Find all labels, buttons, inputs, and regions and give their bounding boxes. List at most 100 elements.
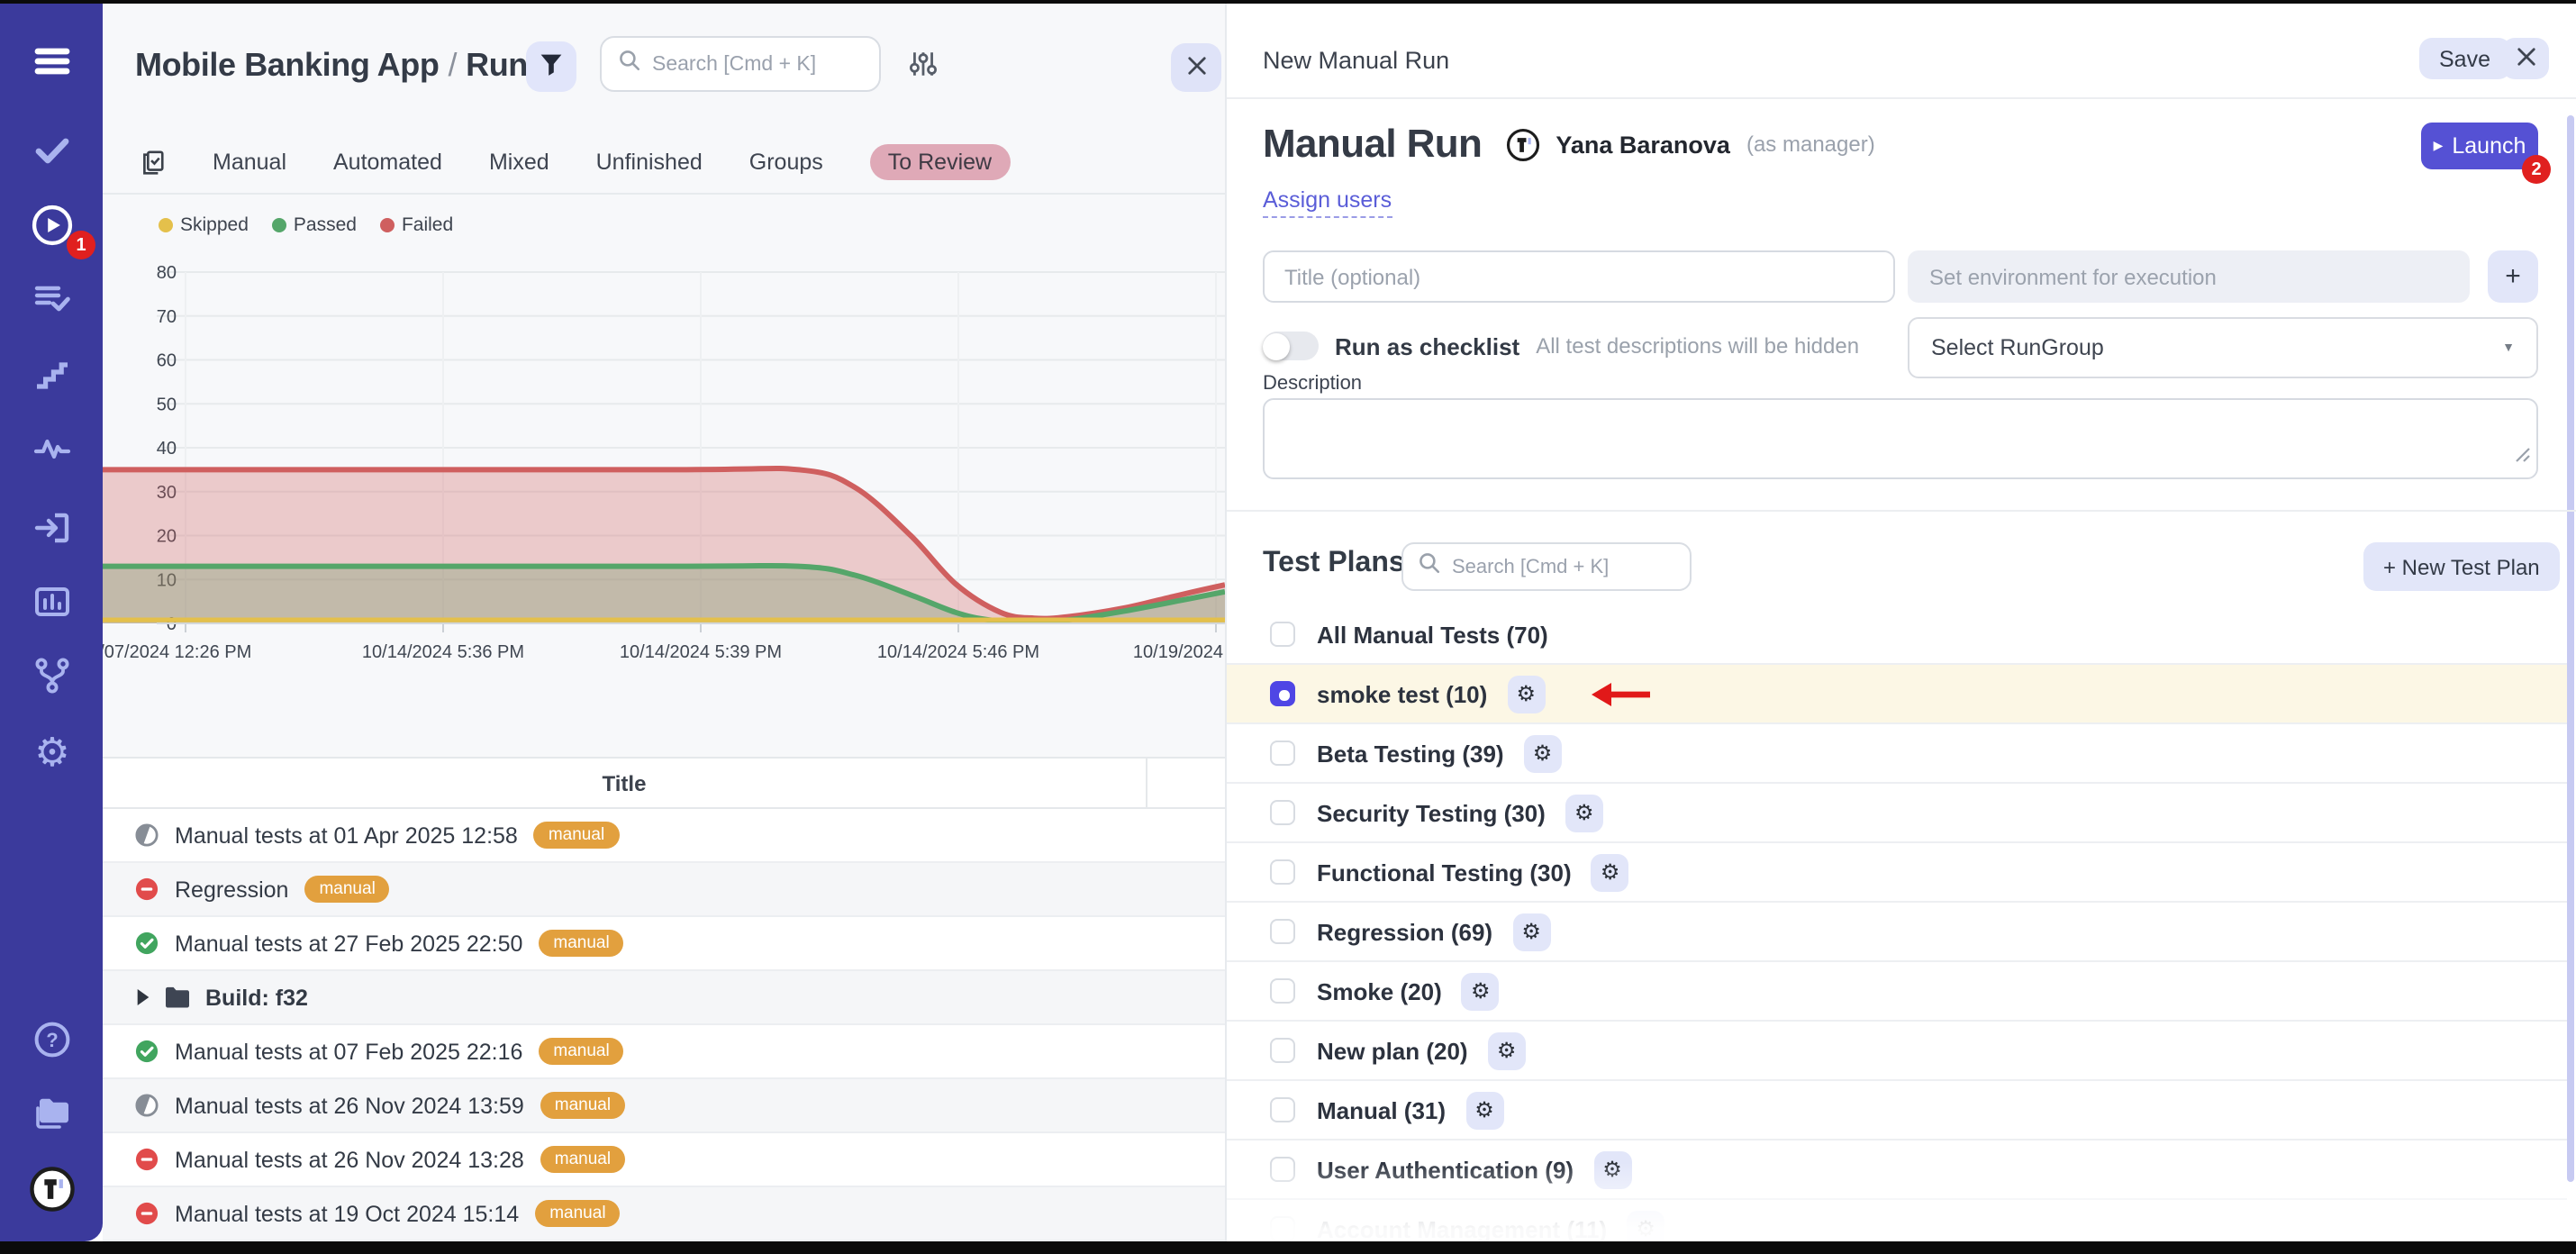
sidebar-help-icon[interactable]: ? (29, 1016, 76, 1063)
new-test-plan-button[interactable]: + New Test Plan (2363, 542, 2560, 591)
test-plan-checkbox[interactable] (1270, 1097, 1295, 1122)
test-plan-settings-button[interactable]: ⚙ (1524, 734, 1562, 772)
test-plan-settings-button[interactable]: ⚙ (1488, 1031, 1526, 1069)
run-row[interactable]: Regressionmanual (103, 863, 1225, 917)
test-plan-settings-button[interactable]: ⚙ (1565, 794, 1603, 831)
run-title-input[interactable] (1263, 250, 1895, 303)
save-button[interactable]: Save (2419, 38, 2510, 79)
test-plan-checkbox[interactable] (1270, 1157, 1295, 1182)
runs-search[interactable] (600, 36, 881, 92)
resize-handle-icon[interactable] (2515, 440, 2531, 472)
sidebar-list-check-icon[interactable] (29, 276, 76, 323)
test-plan-row[interactable]: All Manual Tests (70) (1227, 605, 2567, 665)
add-environment-button[interactable]: + (2488, 250, 2538, 303)
test-plan-checkbox[interactable] (1270, 919, 1295, 944)
tab-unfinished[interactable]: Unfinished (596, 150, 703, 175)
legend-item-passed[interactable]: Passed (272, 214, 357, 236)
run-row[interactable]: Manual tests at 01 Apr 2025 12:58manual (103, 809, 1225, 863)
legend-item-skipped[interactable]: Skipped (159, 214, 249, 236)
test-plan-settings-button[interactable]: ⚙ (1512, 913, 1550, 950)
tab-groups[interactable]: Groups (749, 150, 823, 175)
test-plan-settings-button[interactable]: ⚙ (1462, 972, 1500, 1010)
test-plan-settings-button[interactable]: ⚙ (1627, 1210, 1664, 1241)
test-plan-settings-button[interactable]: ⚙ (1592, 853, 1629, 891)
test-plan-settings-button[interactable]: ⚙ (1593, 1150, 1631, 1188)
runs-search-input[interactable] (652, 53, 863, 75)
test-plan-label: Security Testing (30) (1317, 799, 1546, 826)
environment-input[interactable] (1908, 250, 2470, 303)
assign-users-link[interactable]: Assign users (1263, 187, 1392, 218)
run-row[interactable]: Manual tests at 27 Feb 2025 22:50manual (103, 917, 1225, 971)
status-failed-icon (135, 877, 159, 901)
tab-mixed[interactable]: Mixed (489, 150, 549, 175)
test-plan-settings-button[interactable]: ⚙ (1507, 675, 1545, 713)
test-plan-checkbox[interactable] (1270, 859, 1295, 885)
sidebar-steps-icon[interactable] (29, 351, 76, 398)
rungroup-select[interactable]: Select RunGroup ▼ (1908, 317, 2538, 378)
sidebar-bar-chart-icon[interactable] (29, 578, 76, 625)
description-textarea[interactable] (1263, 398, 2538, 479)
tab-manual[interactable]: Manual (213, 150, 286, 175)
page-title: Manual Run (1263, 121, 1482, 168)
tab-to-review[interactable]: To Review (870, 144, 1010, 180)
test-plan-row[interactable]: Security Testing (30) ⚙ (1227, 784, 2567, 843)
test-plan-settings-button[interactable]: ⚙ (1465, 1091, 1503, 1129)
funnel-icon (539, 51, 564, 82)
scrollbar[interactable] (2567, 115, 2574, 1182)
test-plan-checkbox[interactable] (1270, 622, 1295, 647)
test-plan-row[interactable]: Account Management (11)⚙ (1227, 1200, 2567, 1241)
test-plan-row[interactable]: Regression (69) ⚙ (1227, 903, 2567, 962)
test-plan-row[interactable]: Smoke (20)⚙ (1227, 962, 2567, 1022)
column-header-title[interactable]: Title (103, 759, 1146, 811)
status-passed-icon (135, 1040, 159, 1063)
sidebar-sign-in-icon[interactable] (29, 504, 76, 551)
test-plans-search-input[interactable] (1452, 556, 1675, 577)
test-plan-row[interactable]: Functional Testing (30)⚙ (1227, 843, 2567, 903)
avatar[interactable] (1505, 127, 1539, 161)
test-plan-row[interactable]: smoke test (10)⚙ (1227, 665, 2567, 724)
test-plan-row[interactable]: New plan (20)⚙ (1227, 1022, 2567, 1081)
runs-tabs: Manual Automated Mixed Unfinished Groups To R… (139, 142, 1010, 182)
sidebar-pulse-icon[interactable] (29, 425, 76, 472)
tab-automated[interactable]: Automated (333, 150, 442, 175)
test-plan-checkbox[interactable] (1270, 1216, 1295, 1241)
breadcrumb-project[interactable]: Mobile Banking App (135, 47, 439, 83)
expand-arrow-icon[interactable] (135, 987, 151, 1007)
sidebar-gear-icon[interactable]: ⚙ (29, 730, 76, 777)
svg-text:50: 50 (157, 395, 177, 414)
toggle-knob (1263, 332, 1290, 359)
test-plan-row[interactable]: Beta Testing (39)⚙ (1227, 724, 2567, 784)
sidebar-git-branch-icon[interactable] (29, 652, 76, 699)
filter-button[interactable] (526, 41, 576, 92)
close-new-run-button[interactable] (2502, 38, 2549, 79)
test-plan-label: Regression (69) (1317, 918, 1492, 945)
test-plan-row[interactable]: Manual (31)⚙ (1227, 1081, 2567, 1140)
sidebar-folder-icon[interactable] (29, 1090, 76, 1137)
run-row[interactable]: Manual tests at 26 Nov 2024 13:28manual (103, 1133, 1225, 1187)
app: ⚙? 1 Mobile Banking App/Runs ManualAutom… (0, 0, 2576, 1254)
run-row[interactable]: Manual tests at 26 Nov 2024 13:59manual (103, 1079, 1225, 1133)
run-type-badge: manual (540, 1146, 625, 1174)
launch-button[interactable]: ▶ Launch 2 (2421, 123, 2538, 169)
column-divider (1146, 759, 1147, 809)
test-plan-checkbox[interactable] (1270, 681, 1295, 706)
run-row[interactable]: Manual tests at 19 Oct 2024 15:14manual (103, 1187, 1225, 1241)
run-row[interactable]: Manual tests at 07 Feb 2025 22:16manual (103, 1025, 1225, 1079)
legend-item-failed[interactable]: Failed (380, 214, 453, 236)
test-plan-checkbox[interactable] (1270, 978, 1295, 1004)
test-plan-checkbox[interactable] (1270, 741, 1295, 766)
sidebar-menu-icon[interactable] (29, 38, 76, 85)
run-group-row[interactable]: Build: f32 (103, 971, 1225, 1025)
filter-settings-icon[interactable] (908, 49, 940, 81)
run-as-checklist-toggle[interactable] (1263, 332, 1319, 360)
test-plan-row[interactable]: User Authentication (9)⚙ (1227, 1140, 2567, 1200)
test-plan-checkbox[interactable] (1270, 1038, 1295, 1063)
test-plan-checkbox[interactable] (1270, 800, 1295, 825)
svg-text:70: 70 (157, 307, 177, 327)
sidebar-logo-icon[interactable] (29, 1166, 76, 1213)
close-runs-panel-button[interactable] (1171, 43, 1221, 92)
sidebar-check-icon[interactable] (29, 126, 76, 173)
test-plans-search[interactable] (1401, 542, 1692, 591)
checklist-icon[interactable] (139, 149, 166, 176)
bottom-edge (0, 1241, 2576, 1254)
